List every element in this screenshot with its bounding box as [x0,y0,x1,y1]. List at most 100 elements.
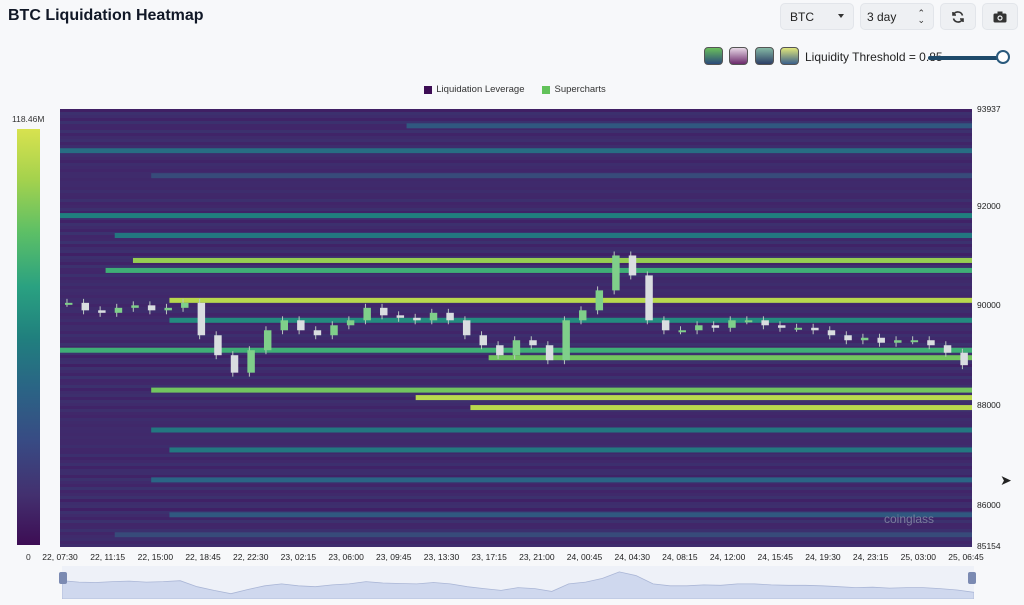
heatmap-cell-row [60,166,972,169]
liquidation-band [406,123,972,129]
price-candle [827,330,836,336]
heatmap-cell-row [60,508,972,511]
navigator-left-handle[interactable] [59,572,67,584]
price-candle [860,337,869,341]
heatmap-cell-row [60,433,972,436]
price-candle [479,335,487,346]
screenshot-button[interactable] [982,3,1018,30]
legend-item-supercharts[interactable]: Supercharts [536,84,606,95]
price-candle [612,255,620,291]
chart-legend: Liquidation Leverage Supercharts [0,84,1024,95]
price-candle [794,327,803,330]
legend-item-liquidation-leverage[interactable]: Liquidation Leverage [418,84,524,95]
heatmap-cell-row [60,424,972,427]
heatmap-cell-row [60,310,972,313]
price-candle [943,345,952,353]
price-candle [579,310,587,321]
price-candle [330,325,338,336]
price-candle [678,330,686,333]
palette-teal-button[interactable] [755,47,774,65]
heatmap-cell-row [60,337,972,340]
liquidation-band [169,512,972,518]
chevron-down-icon [838,14,844,18]
price-candle [297,320,305,331]
heatmap-plot-area[interactable] [60,109,972,547]
liquidity-threshold-slider[interactable] [928,56,1004,60]
heatmap-cell-row [60,184,972,187]
liquidity-threshold-slider-handle[interactable] [996,50,1010,64]
price-candle [396,315,405,318]
symbol-select[interactable]: BTC [780,3,854,30]
mouse-cursor-icon: ➤ [1000,472,1012,488]
heatmap-cell-row [60,178,972,181]
price-candle [280,320,288,331]
heatmap-cell-row [60,274,972,277]
heatmap-cell-row [60,202,972,205]
heatmap-cell-row [60,538,972,541]
heatmap-cell-row [60,154,972,157]
heatmap-cell-row [60,292,972,295]
price-candle [645,275,653,321]
legend-swatch [542,85,551,94]
heatmap-svg [60,109,972,547]
heatmap-cell-row [60,199,972,202]
x-tick-label: 24, 04:30 [614,552,650,562]
palette-magma-button[interactable] [729,47,748,65]
price-candle [960,352,968,366]
price-candle [81,302,90,311]
x-tick-label: 22, 18:45 [185,552,221,562]
x-tick-label: 23, 13:30 [423,552,460,562]
heatmap-cell-row [60,463,972,466]
heatmap-cell-row [60,421,972,424]
liquidation-band [169,447,972,453]
time-range-select[interactable]: 3 day ⌃ ⌄ [860,3,934,30]
price-candle [777,325,786,328]
legend-label: Supercharts [554,84,606,95]
price-candle [496,345,504,356]
navigator-right-handle[interactable] [968,572,976,584]
price-candle [346,320,355,326]
heatmap-cell-row [60,490,972,493]
heatmap-cell-row [60,280,972,283]
heatmap-cell-row [60,526,972,529]
liquidation-band [60,213,972,219]
liquidity-threshold-label: Liquidity Threshold = 0.85 [805,50,943,64]
heatmap-page: BTC Liquidation Heatmap BTC 3 day ⌃ ⌄ Liq… [0,0,1024,605]
liquidation-band [151,427,972,433]
heatmap-cell-row [60,265,972,268]
heatmap-cell-row [60,520,972,523]
price-candle [230,355,239,373]
price-candle [728,320,736,328]
palette-yellow-button[interactable] [780,47,799,65]
price-candle [363,307,371,321]
colorbar [17,129,40,545]
refresh-button[interactable] [940,3,976,30]
heatmap-cell-row [60,286,972,289]
heatmap-cell-row [60,439,972,442]
heatmap-cell-row [60,472,972,475]
x-tick-label: 22, 22:30 [233,552,269,562]
heatmap-cell-row [60,247,972,250]
heatmap-cell-row [60,208,972,211]
palette-viridis-button[interactable] [704,47,723,65]
x-tick-label: 24, 23:15 [852,552,889,562]
price-candle [181,302,189,308]
heatmap-cell-row [60,304,972,307]
x-tick-label: 23, 17:15 [471,552,507,562]
heatmap-cell-row [60,190,972,193]
price-candle [695,325,703,331]
heatmap-cell-row [60,400,972,403]
x-tick-label: 23, 06:00 [328,552,364,562]
heatmap-cell-row [60,505,972,508]
heatmap-cell-row [60,109,972,112]
price-candle [927,340,935,346]
heatmap-cell-row [60,118,972,121]
heatmap-cell-row [60,376,972,379]
heatmap-cell-row [60,205,972,208]
y-tick-label: 92000 [977,200,1001,211]
time-navigator[interactable] [61,566,975,600]
heatmap-cell-row [60,457,972,460]
price-candle [844,335,852,341]
x-tick-label: 22, 07:30 [42,552,78,562]
legend-swatch [424,85,433,94]
